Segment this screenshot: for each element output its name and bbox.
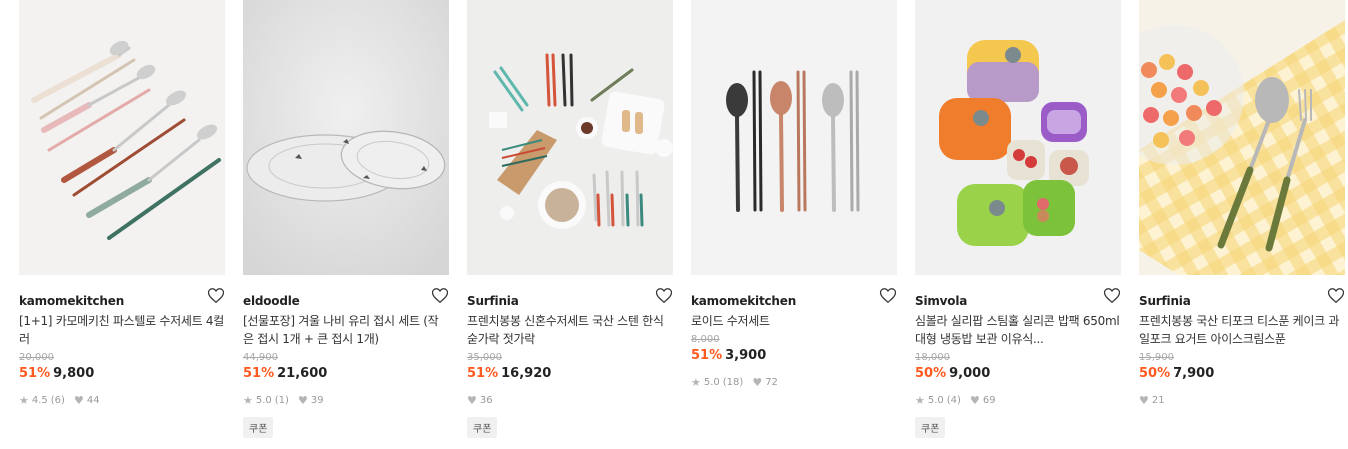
product-grid: kamomekitchen [1+1] 카모메키친 파스텔로 수저세트 4컬러 …	[19, 0, 1345, 438]
price-row: 50% 9,000	[915, 366, 1121, 383]
product-image[interactable]	[467, 0, 673, 275]
sale-price: 3,900	[725, 348, 767, 363]
like-count: 44	[86, 394, 100, 406]
product-card[interactable]: Surfinia 프렌치봉봉 국산 티포크 티스푼 케이크 과일포크 요거트 아…	[1139, 0, 1345, 438]
heart-filled-icon: ♥	[1139, 393, 1149, 407]
product-stats: ★ 5.0 (1) ♥ 39	[243, 393, 449, 407]
coupon-badge[interactable]: 쿠폰	[915, 417, 946, 438]
product-card[interactable]: eldoodle [선물포장] 겨울 나비 유리 접시 세트 (작은 접시 1개…	[243, 0, 449, 438]
rating-value: 4.5	[31, 394, 48, 406]
discount-rate: 51%	[467, 366, 499, 381]
price-row: 51% 16,920	[467, 366, 673, 383]
product-title[interactable]: [선물포장] 겨울 나비 유리 접시 세트 (작은 접시 1개 + 큰 접시 1…	[243, 312, 449, 348]
product-image-glass-plates	[243, 0, 449, 275]
product-card[interactable]: Surfinia 프렌치봉봉 신혼수저세트 국산 스텐 한식 숟가락 젓가락 3…	[467, 0, 673, 438]
product-stats: ★ 4.5 (6) ♥ 44	[19, 393, 225, 407]
product-image[interactable]	[915, 0, 1121, 275]
product-card[interactable]: kamomekitchen [1+1] 카모메키친 파스텔로 수저세트 4컬러 …	[19, 0, 225, 438]
review-count: (4)	[946, 394, 961, 406]
product-image-silicone-containers	[915, 0, 1121, 275]
brand-name[interactable]: Simvola	[915, 294, 967, 308]
wishlist-heart-icon[interactable]	[207, 287, 225, 304]
wishlist-heart-icon[interactable]	[431, 287, 449, 304]
discount-rate: 51%	[691, 348, 723, 363]
sale-price: 9,000	[949, 366, 991, 381]
product-card[interactable]: kamomekitchen 로이드 수저세트 8,000 51% 3,900 ★ …	[691, 0, 897, 438]
star-icon: ★	[243, 393, 253, 407]
product-stats: ★ 5.0 (18) ♥ 72	[691, 375, 897, 389]
original-price: 35,000	[467, 352, 502, 363]
product-image[interactable]	[19, 0, 225, 275]
heart-filled-icon: ♥	[297, 393, 308, 407]
like-count: 21	[1151, 394, 1165, 406]
wishlist-heart-icon[interactable]	[1327, 287, 1345, 304]
discount-rate: 50%	[915, 366, 947, 381]
product-image[interactable]	[1139, 0, 1345, 275]
coupon-badge[interactable]: 쿠폰	[467, 417, 498, 438]
brand-name[interactable]: Surfinia	[467, 294, 519, 308]
original-price: 20,000	[19, 352, 54, 363]
product-title[interactable]: 심볼라 실리팝 스팀홀 실리콘 밥팩 650ml 대형 냉동밥 보관 이유식..…	[915, 312, 1121, 348]
product-stats: ♥ 36	[467, 393, 673, 407]
heart-filled-icon: ♥	[752, 375, 763, 389]
original-price: 18,000	[915, 352, 950, 363]
product-image-cutlery-pastel	[19, 0, 225, 275]
wishlist-heart-icon[interactable]	[655, 287, 673, 304]
sale-price: 9,800	[53, 366, 95, 381]
rating-value: 5.0	[927, 394, 944, 406]
review-count: (6)	[50, 394, 65, 406]
rating-value: 5.0	[255, 394, 272, 406]
price-row: 50% 7,900	[1139, 366, 1345, 383]
price-row: 51% 9,800	[19, 366, 225, 383]
discount-rate: 50%	[1139, 366, 1171, 381]
product-stats: ★ 5.0 (4) ♥ 69	[915, 393, 1121, 407]
sale-price: 7,900	[1173, 366, 1215, 381]
brand-name[interactable]: kamomekitchen	[691, 294, 796, 308]
product-card[interactable]: Simvola 심볼라 실리팝 스팀홀 실리콘 밥팩 650ml 대형 냉동밥 …	[915, 0, 1121, 438]
original-price: 44,900	[243, 352, 278, 363]
sale-price: 16,920	[501, 366, 552, 381]
star-icon: ★	[691, 375, 701, 389]
rating-value: 5.0	[703, 376, 720, 388]
discount-rate: 51%	[243, 366, 275, 381]
star-icon: ★	[19, 393, 29, 407]
product-image-tea-fork-spoon	[1139, 0, 1345, 275]
wishlist-heart-icon[interactable]	[1103, 287, 1121, 304]
like-count: 36	[479, 394, 493, 406]
wishlist-heart-icon[interactable]	[879, 287, 897, 304]
product-image-table-setting	[467, 0, 673, 275]
product-title[interactable]: 프렌치봉봉 국산 티포크 티스푼 케이크 과일포크 요거트 아이스크림스푼	[1139, 312, 1345, 348]
heart-filled-icon: ♥	[467, 393, 477, 407]
star-icon: ★	[915, 393, 925, 407]
like-count: 39	[310, 394, 324, 406]
product-image[interactable]	[243, 0, 449, 275]
original-price: 8,000	[691, 334, 720, 345]
brand-name[interactable]: Surfinia	[1139, 294, 1191, 308]
product-title[interactable]: [1+1] 카모메키친 파스텔로 수저세트 4컬러	[19, 312, 225, 348]
heart-filled-icon: ♥	[969, 393, 980, 407]
like-count: 69	[982, 394, 996, 406]
review-count: (1)	[274, 394, 289, 406]
price-row: 51% 21,600	[243, 366, 449, 383]
review-count: (18)	[722, 376, 744, 388]
heart-filled-icon: ♥	[73, 393, 84, 407]
product-stats: ♥ 21	[1139, 393, 1345, 407]
product-image[interactable]	[691, 0, 897, 275]
product-title[interactable]: 로이드 수저세트	[691, 312, 897, 330]
coupon-badge[interactable]: 쿠폰	[243, 417, 274, 438]
sale-price: 21,600	[277, 366, 328, 381]
brand-name[interactable]: kamomekitchen	[19, 294, 124, 308]
original-price: 15,900	[1139, 352, 1174, 363]
price-row: 51% 3,900	[691, 348, 897, 365]
discount-rate: 51%	[19, 366, 51, 381]
like-count: 72	[765, 376, 778, 388]
product-title[interactable]: 프렌치봉봉 신혼수저세트 국산 스텐 한식 숟가락 젓가락	[467, 312, 673, 348]
product-image-spoon-chopsticks	[691, 0, 897, 275]
brand-name[interactable]: eldoodle	[243, 294, 300, 308]
